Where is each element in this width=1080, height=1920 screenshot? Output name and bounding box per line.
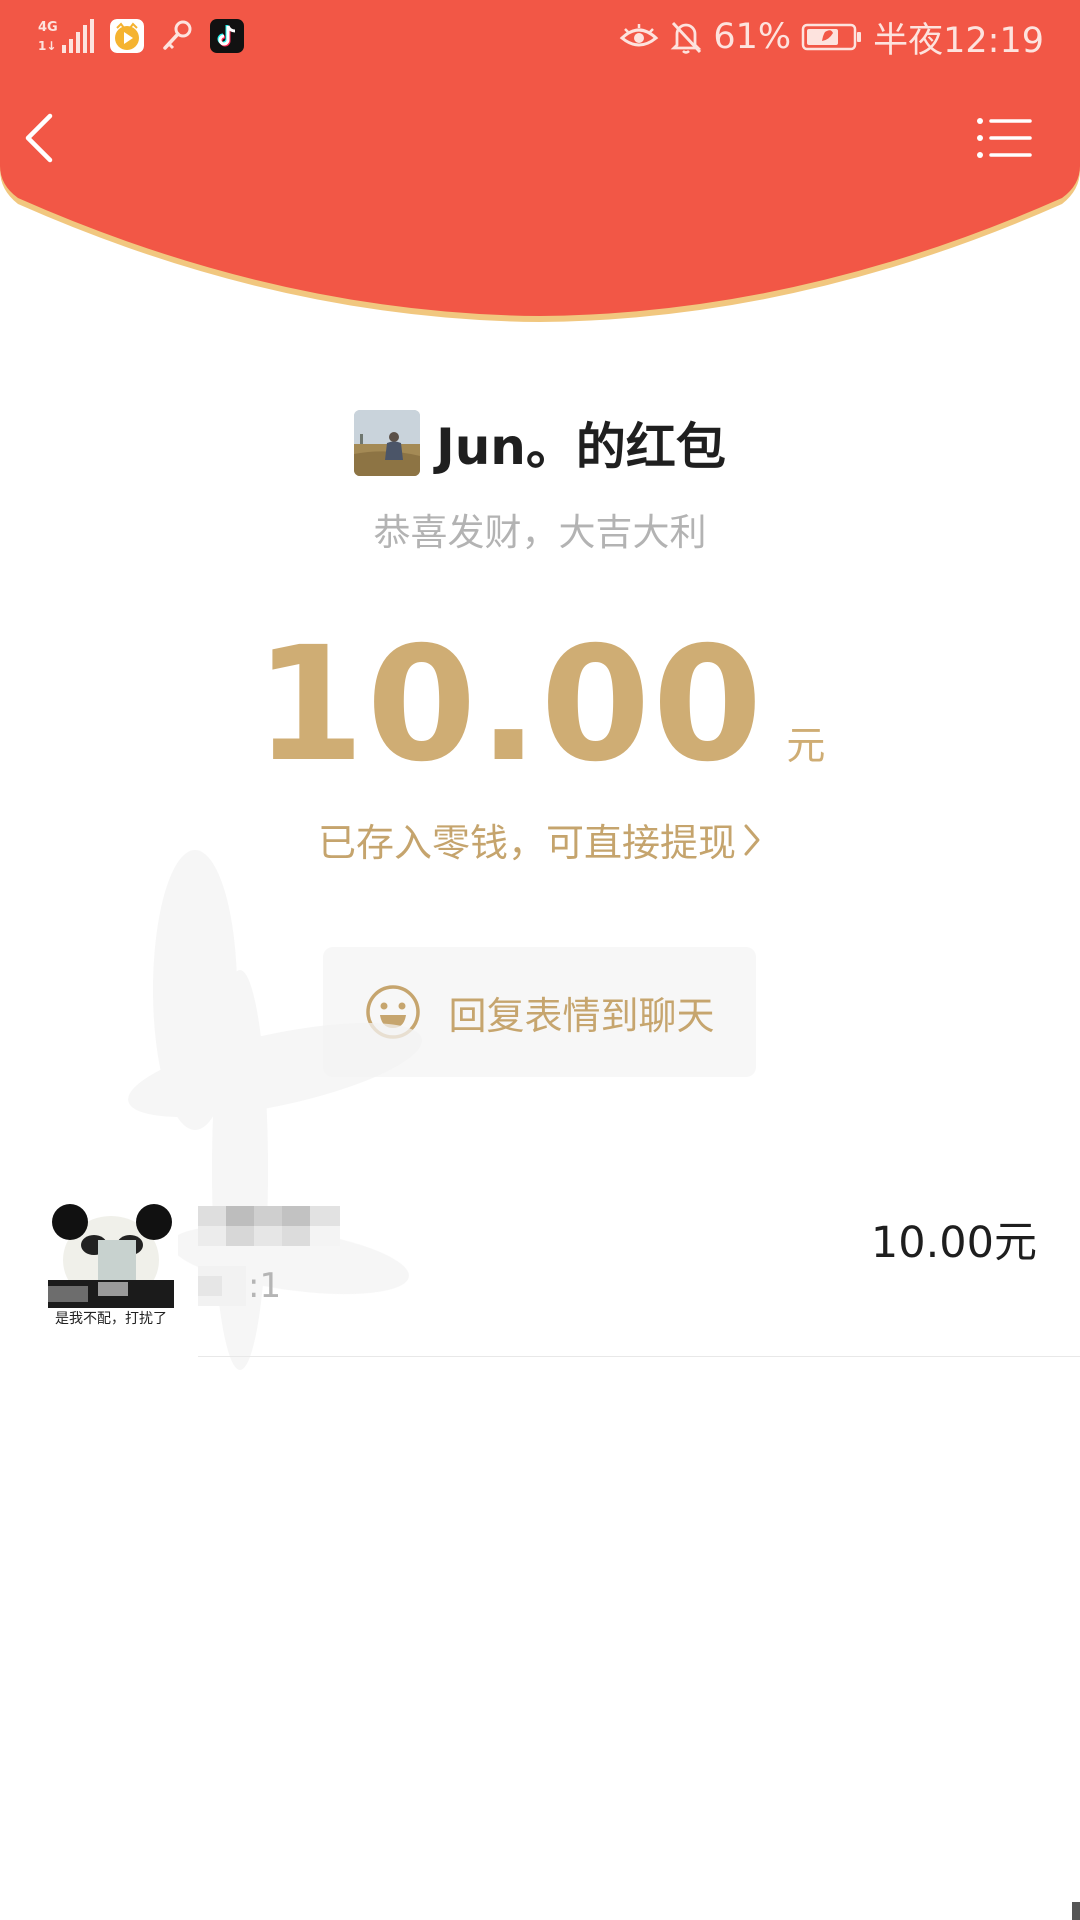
greeting-message: 恭喜发财，大吉大利: [373, 511, 707, 554]
list-menu-icon: [977, 118, 1032, 158]
svg-text:1↓: 1↓: [38, 39, 56, 53]
receiver-time: :1: [248, 1266, 282, 1306]
clock: 半夜12:19: [873, 20, 1044, 61]
deposit-link[interactable]: 已存入零钱，可直接提现: [0, 812, 1080, 867]
reply-sticker-button[interactable]: 回复表情到聊天: [323, 947, 756, 1077]
sticker-caption: 是我不配，打扰了: [55, 1311, 167, 1327]
chevron-left-icon: [25, 113, 53, 163]
key-icon: [163, 20, 192, 50]
smiley-icon: [366, 985, 421, 1039]
receiver-amount: 10.00元: [870, 1218, 1037, 1268]
status-bar-left: 4G 1↓: [38, 16, 244, 56]
signal-icon: 4G 1↓: [38, 19, 94, 53]
sender-avatar[interactable]: [354, 410, 421, 476]
receiver-avatar: 是我不配，打扰了: [44, 1200, 178, 1330]
reply-button-label: 回复表情到聊天: [448, 993, 715, 1038]
panda-sticker-image: [44, 1200, 178, 1310]
battery-icon: [801, 23, 862, 51]
bell-off-icon: [670, 21, 702, 54]
tiktok-icon: [210, 19, 244, 53]
deposit-note: 已存入零钱，可直接提现: [317, 821, 736, 865]
eye-icon: [620, 24, 659, 47]
list-divider: [198, 1356, 1080, 1357]
battery-percent: 61%: [713, 17, 792, 57]
amount-unit: 元: [786, 724, 826, 769]
amount-display: 10.00 元: [0, 613, 1080, 797]
network-label: 4G: [38, 20, 58, 35]
video-app-icon: [110, 19, 144, 53]
status-bar-right: 61% 半夜12:19: [619, 12, 1044, 62]
receiver-list-item[interactable]: 是我不配，打扰了 :1 10.00元: [0, 1190, 1080, 1357]
amount-value: 10.00: [254, 613, 765, 797]
sender-title: Jun。的红包: [436, 418, 726, 476]
menu-button[interactable]: [976, 116, 1032, 160]
receiver-name-mosaic: [198, 1206, 340, 1246]
back-button[interactable]: [20, 110, 60, 166]
scroll-indicator: [1072, 1902, 1080, 1920]
chevron-right-icon: [744, 824, 760, 855]
status-bar: 4G 1↓ 61% 半夜12:19: [0, 0, 1080, 76]
sender-row: Jun。的红包: [0, 408, 1080, 478]
